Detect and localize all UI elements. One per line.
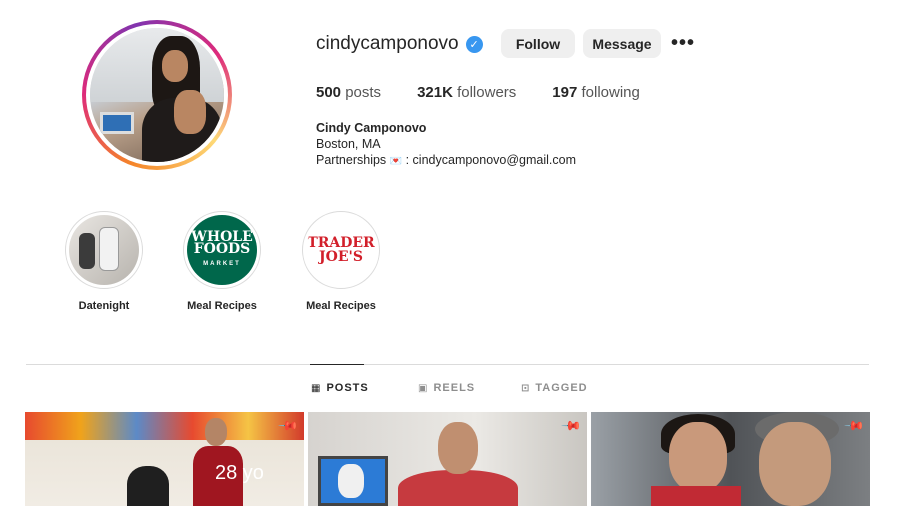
partnerships-line: Partnerships 💌 : cindycamponovo@gmail.co… bbox=[316, 152, 576, 170]
highlight-meal-recipes-trader-joes[interactable]: TRADER JOE'S Meal Recipes bbox=[291, 211, 391, 312]
posts-stat: 500 posts bbox=[316, 84, 381, 101]
location: Boston, MA bbox=[316, 137, 381, 151]
avatar-inner bbox=[86, 24, 228, 166]
highlight-image bbox=[69, 215, 139, 285]
message-button[interactable]: Message bbox=[583, 29, 661, 58]
post-tile[interactable]: 📌 bbox=[591, 412, 870, 506]
profile-avatar[interactable] bbox=[82, 20, 232, 170]
followers-label: followers bbox=[457, 84, 517, 101]
followers-count: 321K bbox=[417, 84, 453, 101]
username: cindycamponovo bbox=[316, 33, 459, 54]
highlight-cover: WHOLE FOODS MARKET bbox=[183, 211, 261, 289]
more-options-icon[interactable]: ••• bbox=[671, 32, 695, 55]
highlight-datenight[interactable]: Datenight bbox=[54, 211, 154, 312]
profile-bio: Cindy Camponovo Boston, MA Partnerships … bbox=[316, 120, 576, 170]
posts-count: 500 bbox=[316, 84, 342, 101]
tab-tagged[interactable]: ⊡ TAGGED bbox=[521, 382, 588, 394]
post-tile[interactable]: 📌 bbox=[308, 412, 587, 506]
post-tile[interactable]: 28 yo 📌 bbox=[25, 412, 304, 506]
post-caption-overlay: 28 yo bbox=[215, 462, 264, 484]
partnerships-email[interactable]: : cindycamponovo@gmail.com bbox=[406, 153, 576, 167]
following-count: 197 bbox=[552, 84, 578, 101]
follow-button[interactable]: Follow bbox=[501, 29, 575, 58]
display-name: Cindy Camponovo bbox=[316, 121, 427, 135]
tabs-divider bbox=[26, 364, 869, 365]
highlight-label: Meal Recipes bbox=[306, 300, 376, 312]
highlight-label: Datenight bbox=[78, 300, 130, 312]
grid-icon: ▦ bbox=[311, 382, 322, 394]
verified-badge-icon: ✓ bbox=[465, 35, 483, 53]
partnerships-label: Partnerships bbox=[316, 153, 387, 167]
highlight-label: Meal Recipes bbox=[187, 300, 257, 312]
following-label: following bbox=[581, 84, 640, 101]
pin-icon: 📌 bbox=[560, 414, 583, 437]
reels-icon: ▣ bbox=[418, 382, 429, 394]
avatar-photo bbox=[90, 28, 224, 162]
profile-stats: 500 posts 321K followers 197 following bbox=[316, 84, 676, 101]
posts-label: posts bbox=[345, 84, 382, 101]
whole-foods-logo: WHOLE FOODS MARKET bbox=[187, 215, 257, 285]
tab-posts[interactable]: ▦ POSTS bbox=[311, 382, 369, 394]
following-stat[interactable]: 197 following bbox=[552, 84, 640, 101]
trader-joes-logo: TRADER JOE'S bbox=[306, 215, 376, 285]
highlight-cover: TRADER JOE'S bbox=[302, 211, 380, 289]
highlight-meal-recipes-whole-foods[interactable]: WHOLE FOODS MARKET Meal Recipes bbox=[172, 211, 272, 312]
tab-reels[interactable]: ▣ REELS bbox=[418, 382, 475, 394]
username-row: cindycamponovo ✓ bbox=[316, 30, 483, 58]
tagged-icon: ⊡ bbox=[521, 382, 531, 394]
followers-stat[interactable]: 321K followers bbox=[417, 84, 516, 101]
pin-icon: 📌 bbox=[843, 414, 866, 437]
highlight-cover bbox=[65, 211, 143, 289]
love-letter-icon: 💌 bbox=[389, 156, 403, 167]
active-tab-indicator bbox=[310, 364, 364, 365]
